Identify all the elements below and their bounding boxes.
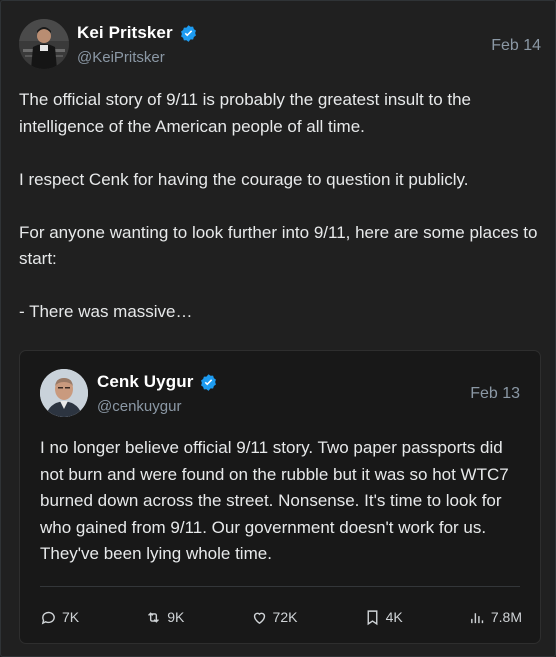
quoted-name-row: Cenk Uygur — [97, 372, 218, 392]
tweet-date[interactable]: Feb 14 — [491, 37, 541, 55]
views-icon — [469, 609, 486, 626]
reply-button[interactable]: 7K — [40, 609, 79, 626]
like-icon — [251, 609, 268, 626]
bookmark-icon — [364, 609, 381, 626]
repost-icon — [145, 609, 162, 626]
author-name-row: Kei Pritsker — [77, 23, 198, 43]
verified-badge-icon — [179, 24, 198, 43]
quoted-author-avatar[interactable] — [40, 369, 88, 417]
tweet-paragraph: The official story of 9/11 is probably t… — [19, 90, 472, 136]
action-bar: 7K 9K 72K 4K 7.8M — [40, 606, 522, 628]
repost-button[interactable]: 9K — [145, 609, 184, 626]
author-avatar[interactable] — [19, 19, 69, 69]
quoted-text: I no longer believe official 9/11 story.… — [40, 438, 509, 563]
divider — [40, 586, 520, 587]
like-button[interactable]: 72K — [251, 609, 298, 626]
tweet-card[interactable]: Kei Pritsker @KeiPritsker Feb 14 The off… — [0, 0, 556, 657]
verified-badge-icon — [199, 373, 218, 392]
bookmark-button[interactable]: 4K — [364, 609, 403, 626]
repost-count: 9K — [167, 609, 185, 625]
like-count: 72K — [272, 609, 298, 625]
quoted-author-name[interactable]: Cenk Uygur — [97, 372, 193, 392]
tweet-paragraph: For anyone wanting to look further into … — [19, 222, 538, 269]
tweet-paragraph: - There was massive… — [19, 302, 193, 321]
quoted-date[interactable]: Feb 13 — [470, 385, 520, 403]
quoted-author-handle[interactable]: @cenkuygur — [97, 398, 181, 415]
views-count: 7.8M — [490, 609, 522, 625]
quoted-tweet[interactable]: Cenk Uygur @cenkuygur Feb 13 I no longer… — [19, 350, 541, 644]
tweet-header: Kei Pritsker @KeiPritsker Feb 14 — [19, 19, 541, 71]
quoted-header: Cenk Uygur @cenkuygur Feb 13 — [40, 369, 520, 419]
tweet-body: The official story of 9/11 is probably t… — [19, 87, 539, 352]
reply-icon — [40, 609, 57, 626]
reply-count: 7K — [62, 609, 80, 625]
bookmark-count: 4K — [385, 609, 403, 625]
tweet-paragraph: I respect Cenk for having the courage to… — [19, 169, 469, 189]
author-handle[interactable]: @KeiPritsker — [77, 49, 165, 66]
views-button[interactable]: 7.8M — [469, 609, 522, 626]
author-name[interactable]: Kei Pritsker — [77, 23, 173, 43]
